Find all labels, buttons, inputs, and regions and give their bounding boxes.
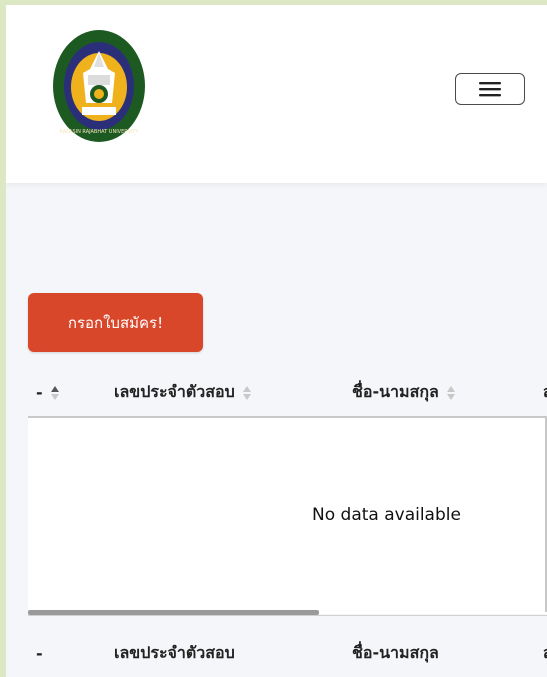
hamburger-icon: [479, 82, 501, 97]
column-header-next[interactable]: ส: [543, 370, 547, 415]
apply-form-button-label: กรอกใบสมัคร!: [67, 313, 164, 332]
column-footer-exam-id: เลขประจำตัวสอบ: [114, 643, 235, 662]
column-footer-fullname: ชื่อ-นามสกุล: [352, 643, 439, 662]
table-footer: - เลขประจำตัวสอบ ชื่อ-นามสกุล ส: [28, 631, 547, 676]
svg-text:KALASIN RAJABHAT UNIVERSITY: KALASIN RAJABHAT UNIVERSITY: [60, 129, 140, 135]
menu-toggle-button[interactable]: [455, 73, 525, 105]
table-body: [28, 416, 547, 614]
page-frame: KALASIN RAJABHAT UNIVERSITY กรอกใบสมัคร!…: [6, 5, 547, 677]
column-footer-index: -: [36, 644, 43, 663]
navbar: KALASIN RAJABHAT UNIVERSITY: [6, 5, 547, 183]
table-header: - เลขประจำตัวสอบ ชื่อ-นามสกุล ส: [28, 370, 547, 415]
column-header-fullname[interactable]: ชื่อ-นามสกุล: [352, 370, 455, 415]
university-logo[interactable]: KALASIN RAJABHAT UNIVERSITY: [52, 29, 146, 143]
table-divider: [28, 615, 547, 616]
sort-icon: [242, 385, 251, 400]
column-header-exam-id[interactable]: เลขประจำตัวสอบ: [114, 370, 251, 415]
column-footer-next: ส: [543, 631, 547, 676]
column-header-index[interactable]: -: [36, 370, 59, 415]
apply-form-button[interactable]: กรอกใบสมัคร!: [28, 293, 203, 352]
empty-table-message: No data available: [312, 505, 461, 525]
sort-icon: [50, 385, 59, 400]
sort-icon: [446, 385, 455, 400]
